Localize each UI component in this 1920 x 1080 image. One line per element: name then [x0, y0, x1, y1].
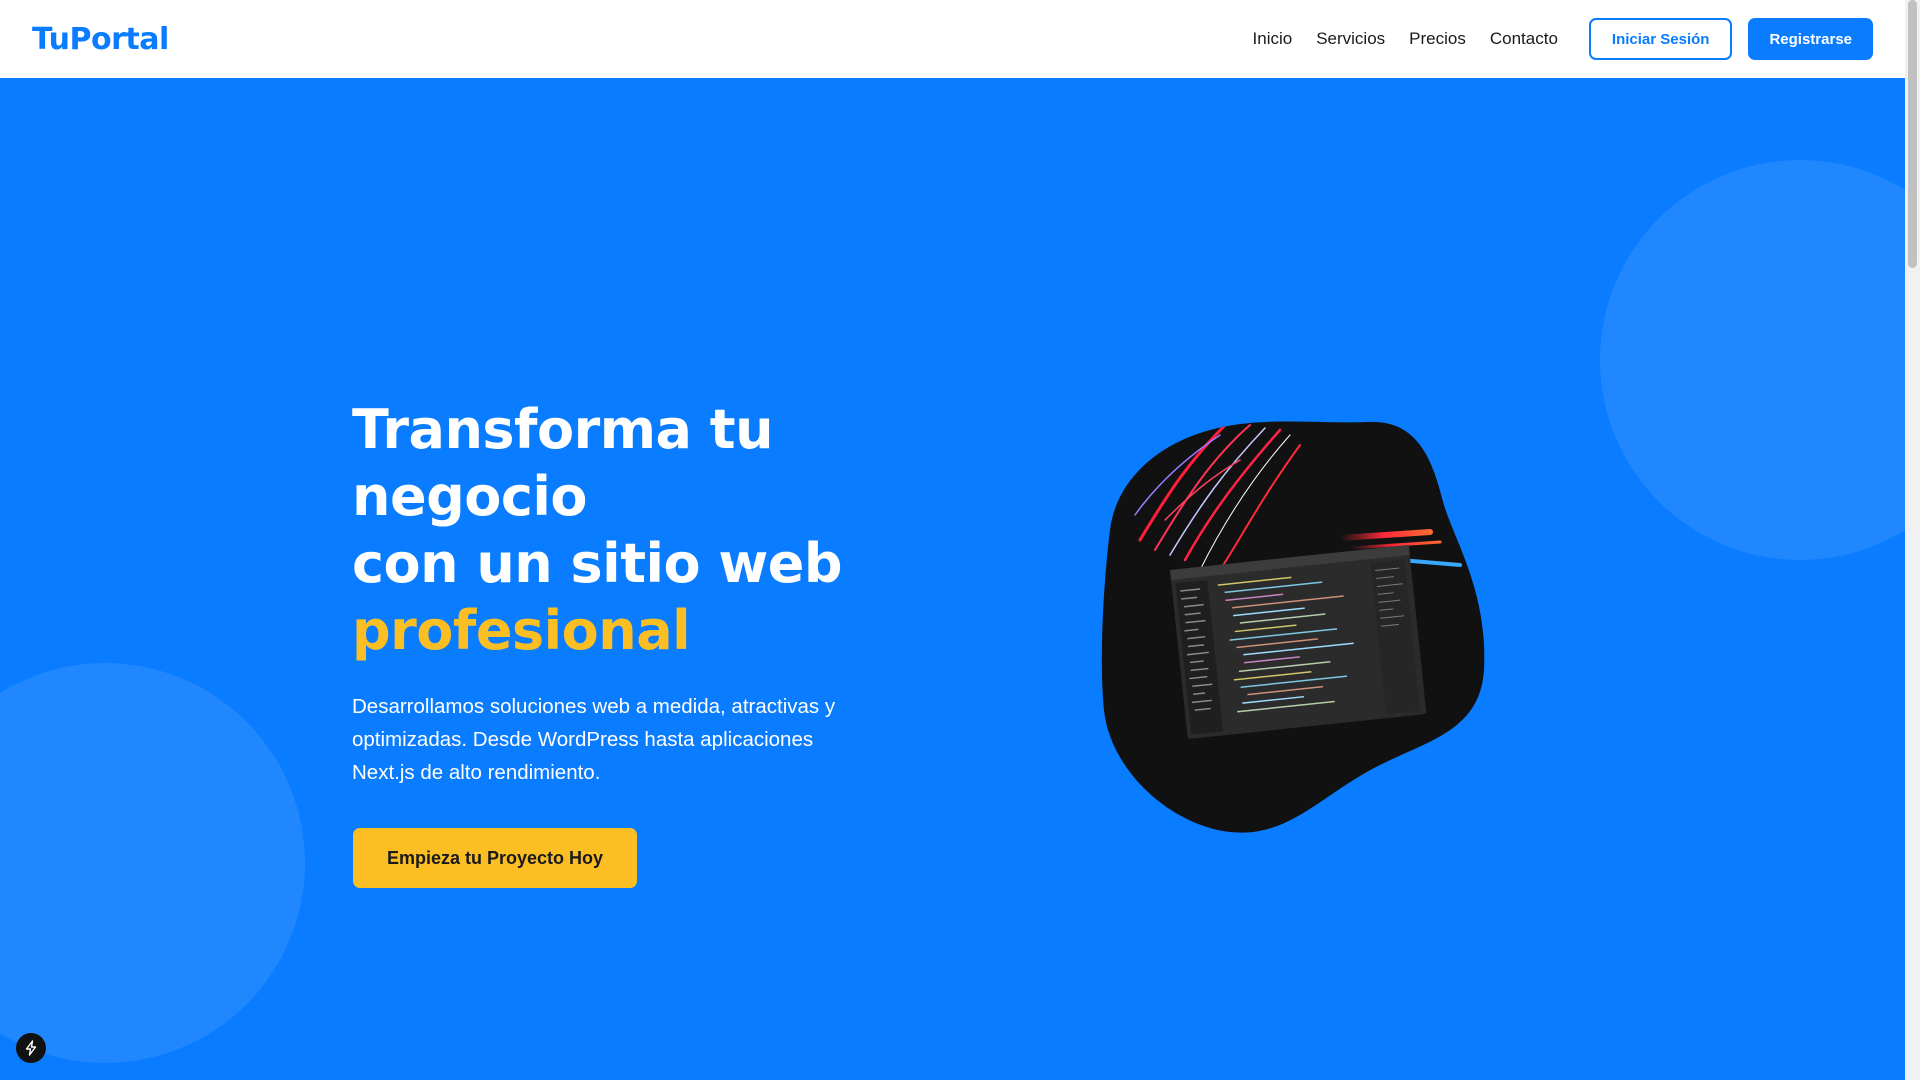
nav-link-servicios[interactable]: Servicios [1316, 29, 1385, 49]
register-button[interactable]: Registrarse [1748, 18, 1873, 60]
scrollbar-thumb[interactable] [1908, 0, 1917, 268]
login-button[interactable]: Iniciar Sesión [1588, 18, 1733, 60]
decorative-circle-right [1600, 160, 1920, 560]
lightning-icon [25, 1040, 37, 1056]
main-nav: Inicio Servicios Precios Contacto Inicia… [1229, 18, 1873, 60]
nav-link-precios[interactable]: Precios [1409, 29, 1466, 49]
hero-title-line1: Transforma tu negocio [352, 398, 774, 528]
hero-title: Transforma tu negocio con un sitio web p… [352, 396, 912, 664]
hero-description: Desarrollamos soluciones web a medida, a… [352, 695, 836, 784]
hero-title-accent: profesional [352, 599, 691, 662]
hero-title-line2: con un sitio web [352, 532, 843, 595]
nav-link-contacto[interactable]: Contacto [1490, 29, 1558, 49]
dev-tools-badge[interactable] [16, 1033, 46, 1063]
nav-link-inicio[interactable]: Inicio [1253, 29, 1293, 49]
scrollbar[interactable] [1905, 0, 1920, 1080]
page: TuPortal Inicio Servicios Precios Contac… [0, 0, 1920, 1080]
cta-button[interactable]: Empieza tu Proyecto Hoy [353, 828, 637, 888]
logo[interactable]: TuPortal [32, 22, 169, 57]
site-header: TuPortal Inicio Servicios Precios Contac… [0, 0, 1905, 78]
code-editor-image [1101, 421, 1485, 833]
decorative-circle-left [0, 663, 305, 1063]
